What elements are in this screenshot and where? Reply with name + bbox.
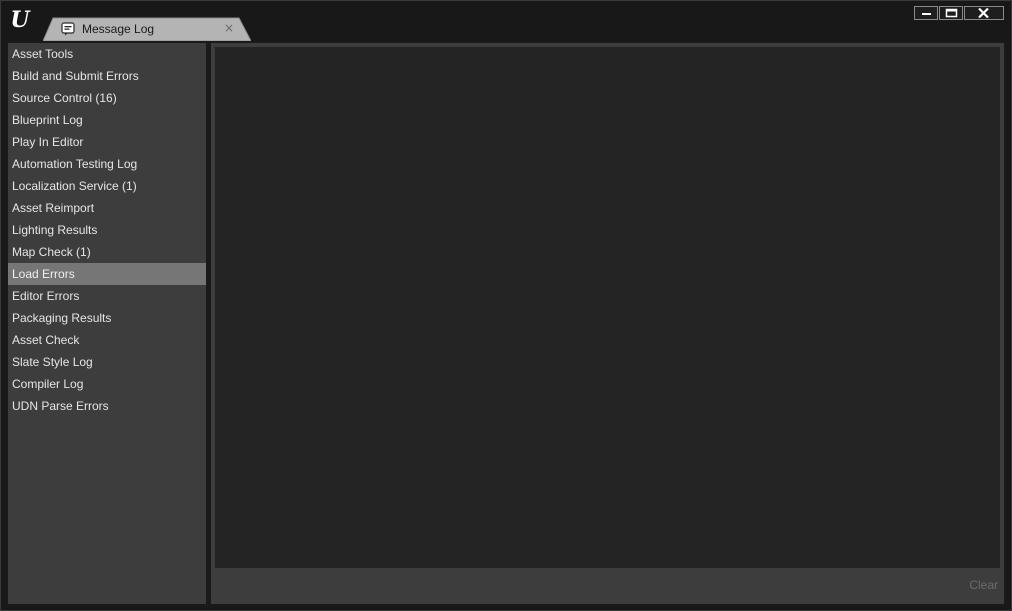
sidebar-item-automation-testing-log[interactable]: Automation Testing Log bbox=[8, 153, 206, 175]
sidebar-item-build-and-submit-errors[interactable]: Build and Submit Errors bbox=[8, 65, 206, 87]
sidebar-item-packaging-results[interactable]: Packaging Results bbox=[8, 307, 206, 329]
sidebar-item-load-errors[interactable]: Load Errors bbox=[8, 263, 206, 285]
minimize-icon bbox=[922, 13, 931, 15]
maximize-icon bbox=[945, 8, 958, 18]
sidebar-item-localization-service[interactable]: Localization Service (1) bbox=[8, 175, 206, 197]
sidebar-item-blueprint-log[interactable]: Blueprint Log bbox=[8, 109, 206, 131]
sidebar-item-asset-tools[interactable]: Asset Tools bbox=[8, 43, 206, 65]
unreal-logo-icon: U bbox=[10, 7, 30, 33]
sidebar-item-udn-parse-errors[interactable]: UDN Parse Errors bbox=[8, 395, 206, 417]
tab-label: Message Log bbox=[82, 22, 155, 36]
log-message-area[interactable] bbox=[215, 47, 1000, 568]
window-controls bbox=[914, 6, 1004, 22]
sidebar-item-asset-reimport[interactable]: Asset Reimport bbox=[8, 197, 206, 219]
maximize-button[interactable] bbox=[939, 6, 963, 20]
close-icon bbox=[978, 7, 989, 19]
message-log-icon bbox=[61, 22, 75, 36]
minimize-button[interactable] bbox=[914, 6, 938, 20]
sidebar-item-source-control[interactable]: Source Control (16) bbox=[8, 87, 206, 109]
sidebar-item-play-in-editor[interactable]: Play In Editor bbox=[8, 131, 206, 153]
sidebar-item-slate-style-log[interactable]: Slate Style Log bbox=[8, 351, 206, 373]
message-log-window: U Message Log × Asset Tools Build and Su… bbox=[0, 0, 1012, 611]
sidebar-item-lighting-results[interactable]: Lighting Results bbox=[8, 219, 206, 241]
sidebar-item-asset-check[interactable]: Asset Check bbox=[8, 329, 206, 351]
log-category-list: Asset Tools Build and Submit Errors Sour… bbox=[8, 43, 206, 604]
clear-button[interactable]: Clear bbox=[969, 576, 998, 594]
sidebar-item-map-check[interactable]: Map Check (1) bbox=[8, 241, 206, 263]
message-panel: Clear bbox=[211, 43, 1004, 604]
tab-message-log[interactable]: Message Log × bbox=[43, 17, 251, 41]
sidebar-item-editor-errors[interactable]: Editor Errors bbox=[8, 285, 206, 307]
sidebar-item-compiler-log[interactable]: Compiler Log bbox=[8, 373, 206, 395]
close-button[interactable] bbox=[964, 6, 1004, 20]
content-frame: Asset Tools Build and Submit Errors Sour… bbox=[5, 41, 1007, 607]
tab-close-icon[interactable]: × bbox=[223, 20, 235, 36]
